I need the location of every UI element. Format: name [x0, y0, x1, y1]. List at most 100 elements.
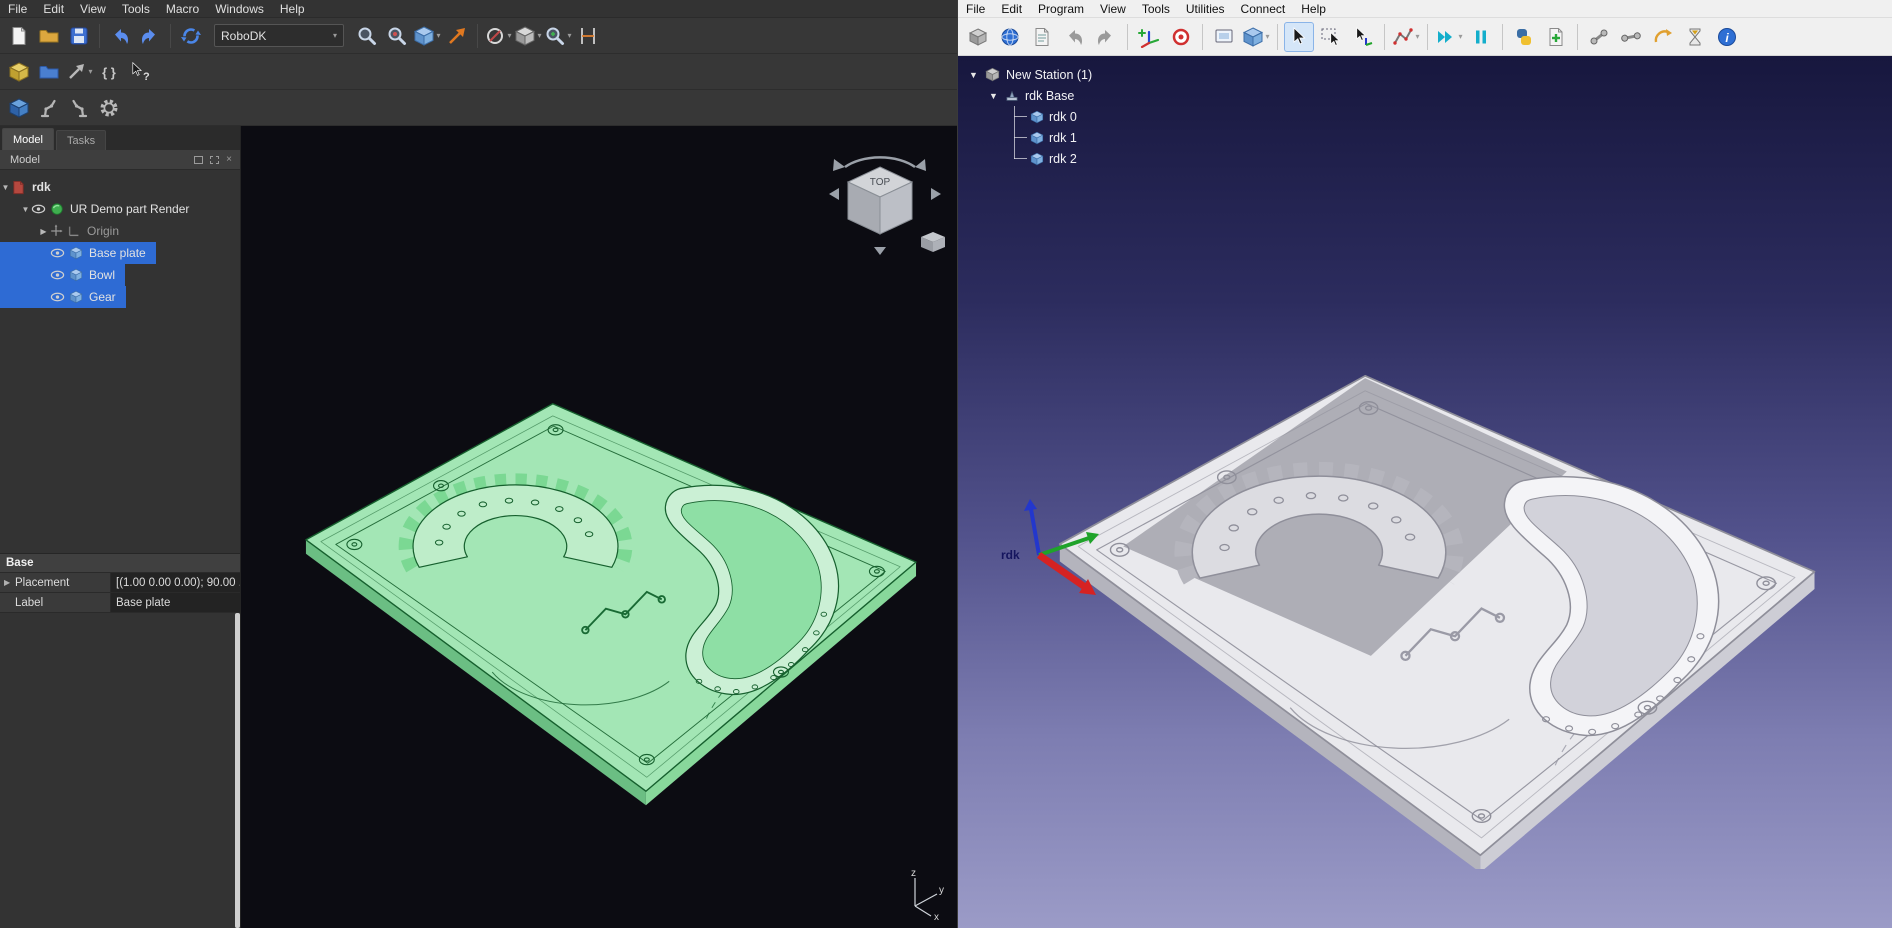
appearance-button[interactable]: ▾: [514, 22, 542, 50]
zoom-fit-button[interactable]: [353, 22, 381, 50]
freecad-3d-viewport[interactable]: TOP z y x: [241, 126, 957, 928]
tree-item-rdk-2[interactable]: rdk 2: [968, 148, 1092, 169]
pause-simulation-button[interactable]: [1466, 22, 1496, 52]
property-row[interactable]: ▶ Placement [(1.00 0.00 0.00); 90.00 ...: [0, 573, 240, 593]
zoom-tools-button[interactable]: ▾: [544, 22, 572, 50]
tree-item-origin[interactable]: ▶ Origin: [0, 220, 240, 242]
select-move-button[interactable]: [1348, 22, 1378, 52]
menu-item-tools[interactable]: Tools: [1134, 1, 1178, 17]
tree-item-new-station[interactable]: ▼ New Station (1): [968, 64, 1092, 85]
sync-view-button[interactable]: [443, 22, 471, 50]
cycle-time-button[interactable]: [1680, 22, 1710, 52]
menu-item-edit[interactable]: Edit: [35, 1, 72, 17]
python-script-button[interactable]: [1509, 22, 1539, 52]
new-station-button[interactable]: [963, 22, 993, 52]
about-info-button[interactable]: i: [1712, 22, 1742, 52]
tab-model[interactable]: Model: [2, 128, 54, 150]
select-button[interactable]: [1284, 22, 1314, 52]
workbench-selector[interactable]: RoboDK ▾: [214, 24, 344, 47]
add-target-button[interactable]: [1166, 22, 1196, 52]
navcube-left-arrow[interactable]: [829, 188, 839, 200]
move-circular-button[interactable]: [1648, 22, 1678, 52]
navcube-down-arrow[interactable]: [874, 247, 886, 255]
new-document-button[interactable]: [5, 22, 33, 50]
fit-view-button[interactable]: [1209, 22, 1239, 52]
whats-this-button[interactable]: ?: [125, 58, 153, 86]
undo-button[interactable]: [1059, 22, 1089, 52]
undo-button[interactable]: [106, 22, 134, 50]
fast-simulation-button[interactable]: ▾: [1434, 22, 1464, 52]
robot-update-button[interactable]: [65, 94, 93, 122]
property-name-cell[interactable]: ▶ Label: [0, 593, 110, 612]
property-value-cell[interactable]: [(1.00 0.00 0.00); 90.00 ...: [110, 573, 240, 592]
measure-tools-button[interactable]: ▾: [1391, 22, 1421, 52]
expand-caret-icon[interactable]: ▼: [20, 205, 31, 214]
macro-button[interactable]: [5, 58, 33, 86]
menu-item-view[interactable]: View: [1092, 1, 1134, 17]
robodk-workbench-button[interactable]: [5, 94, 33, 122]
navigation-cube[interactable]: TOP: [815, 137, 955, 262]
tab-tasks[interactable]: Tasks: [56, 130, 106, 150]
menu-item-edit[interactable]: Edit: [993, 1, 1030, 17]
menu-item-help[interactable]: Help: [272, 1, 313, 17]
tree-item-gear[interactable]: Gear: [0, 286, 126, 308]
add-reference-frame-button[interactable]: [1134, 22, 1164, 52]
measure-button[interactable]: [574, 22, 602, 50]
property-row[interactable]: ▶ Label Base plate: [0, 593, 240, 613]
view-orientation-button[interactable]: ▾: [1241, 22, 1271, 52]
collapse-caret-icon[interactable]: ▶: [38, 227, 49, 236]
open-document-button[interactable]: [35, 22, 63, 50]
menu-item-macro[interactable]: Macro: [158, 1, 207, 17]
panel-scrollbar[interactable]: [235, 613, 240, 928]
expand-caret-icon[interactable]: ▶: [4, 578, 13, 587]
base-plate-model-green[interactable]: [278, 386, 930, 809]
menu-item-file[interactable]: File: [958, 1, 993, 17]
tree-item-rdk[interactable]: ▼ rdk: [0, 176, 240, 198]
axonometric-view-button[interactable]: ▾: [413, 22, 441, 50]
export-button[interactable]: ▾: [65, 58, 93, 86]
robodk-settings-button[interactable]: [95, 94, 123, 122]
float-panel-icon[interactable]: [194, 156, 203, 164]
tree-item-ur-demo-part-render[interactable]: ▼ UR Demo part Render: [0, 198, 240, 220]
redo-button[interactable]: [1091, 22, 1121, 52]
navcube-mini-cube[interactable]: [921, 232, 945, 252]
menu-item-view[interactable]: View: [72, 1, 114, 17]
expand-caret-icon[interactable]: ▼: [968, 70, 979, 80]
select-rectangle-button[interactable]: [1316, 22, 1346, 52]
zoom-selection-button[interactable]: [383, 22, 411, 50]
reference-frame-axes[interactable]: rdk: [999, 493, 1129, 613]
save-station-button[interactable]: [1027, 22, 1057, 52]
redo-button[interactable]: [136, 22, 164, 50]
menu-item-connect[interactable]: Connect: [1233, 1, 1294, 17]
move-linear-button[interactable]: [1616, 22, 1646, 52]
menu-item-help[interactable]: Help: [1293, 1, 1334, 17]
tree-item-rdk-0[interactable]: rdk 0: [968, 106, 1092, 127]
move-joint-button[interactable]: [1584, 22, 1614, 52]
robot-export-button[interactable]: [35, 94, 63, 122]
open-station-button[interactable]: [995, 22, 1025, 52]
robodk-3d-viewport[interactable]: ▼ New Station (1) ▼ rdk Base rdk 0 rdk 1…: [958, 56, 1892, 928]
expand-caret-icon[interactable]: ▼: [0, 183, 11, 192]
navcube-right-arrow[interactable]: [931, 188, 941, 200]
dock-panel-icon[interactable]: [210, 156, 219, 164]
menu-item-program[interactable]: Program: [1030, 1, 1092, 17]
menu-item-windows[interactable]: Windows: [207, 1, 272, 17]
close-icon[interactable]: ×: [226, 154, 232, 165]
tree-item-rdk-1[interactable]: rdk 1: [968, 127, 1092, 148]
property-name-cell[interactable]: ▶ Placement: [0, 573, 110, 592]
properties-group-header[interactable]: Base: [0, 554, 240, 573]
tree-item-rdk-base[interactable]: ▼ rdk Base: [968, 85, 1092, 106]
expand-caret-icon[interactable]: ▼: [988, 91, 999, 101]
tree-item-base-plate[interactable]: Base plate: [0, 242, 156, 264]
tree-item-bowl[interactable]: Bowl: [0, 264, 125, 286]
open-macro-button[interactable]: [35, 58, 63, 86]
menu-item-file[interactable]: File: [0, 1, 35, 17]
add-program-button[interactable]: [1541, 22, 1571, 52]
save-button[interactable]: [65, 22, 93, 50]
menu-item-utilities[interactable]: Utilities: [1178, 1, 1233, 17]
base-plate-model-gray[interactable]: [1021, 362, 1836, 869]
code-braces-button[interactable]: { }: [95, 58, 123, 86]
property-value-cell[interactable]: Base plate: [110, 593, 240, 612]
draw-style-button[interactable]: ▾: [484, 22, 512, 50]
menu-item-tools[interactable]: Tools: [114, 1, 158, 17]
